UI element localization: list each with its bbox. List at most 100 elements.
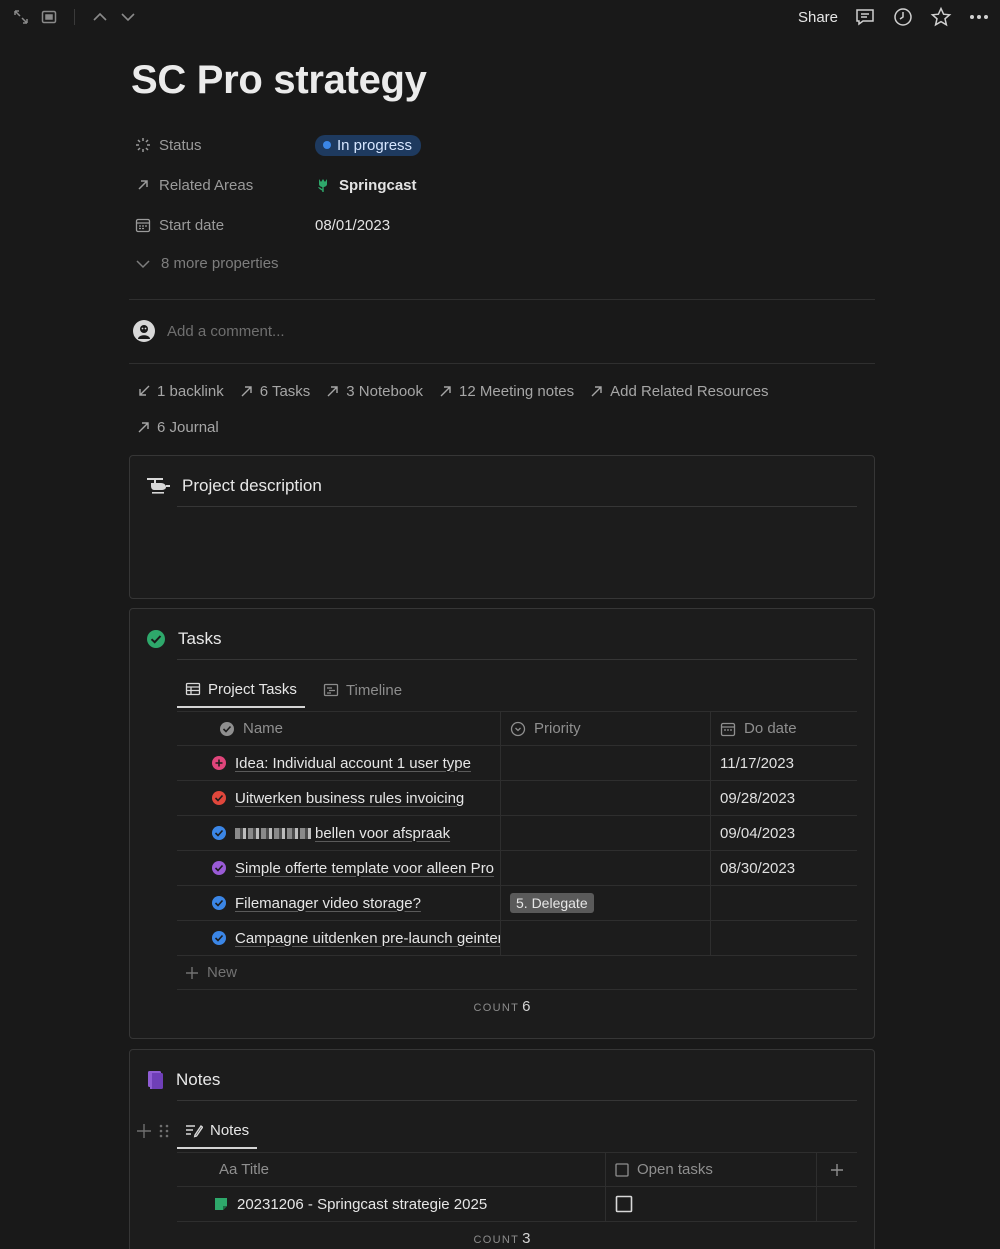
property-label: Start date	[159, 216, 225, 234]
comment-input[interactable]: Add a comment...	[167, 323, 285, 340]
more-properties-toggle[interactable]: 8 more properties	[135, 255, 279, 272]
column-header-do-date[interactable]: Do date	[711, 712, 857, 745]
do-date-cell[interactable]: 11/17/2023	[711, 746, 857, 780]
related-area-link[interactable]: Springcast	[339, 177, 417, 194]
check-circle-icon	[211, 895, 227, 911]
list-edit-icon	[185, 1122, 203, 1138]
do-date-cell[interactable]: 09/28/2023	[711, 781, 857, 815]
tasks-link[interactable]: 6 Tasks	[240, 380, 310, 402]
priority-cell[interactable]	[501, 746, 711, 780]
divider	[177, 1100, 857, 1101]
new-label: New	[207, 964, 238, 981]
add-block-icon[interactable]	[136, 1123, 152, 1139]
check-circle-icon	[146, 629, 166, 649]
comment-box[interactable]: Add a comment...	[133, 320, 285, 342]
more-options-icon[interactable]	[968, 6, 990, 28]
backlinks-bar: 1 backlink 6 Tasks 3 Notebook 12 Meeting…	[137, 380, 837, 438]
tasks-table: Name Priority Do date Idea: Individual a…	[177, 711, 857, 990]
column-header-title[interactable]: Aa Title	[177, 1153, 606, 1186]
status-check-icon	[219, 721, 235, 737]
chevron-down-icon[interactable]	[119, 8, 137, 26]
avatar	[133, 320, 155, 342]
task-name[interactable]: Idea: Individual account 1 user type	[235, 755, 471, 772]
redacted-text	[235, 827, 311, 839]
arrow-up-right-icon	[137, 420, 151, 434]
table-row[interactable]: 20231206 - Springcast strategie 2025	[177, 1187, 857, 1222]
new-row-button[interactable]: New	[177, 956, 857, 990]
do-date-cell[interactable]: 09/04/2023	[711, 816, 857, 850]
open-tasks-checkbox[interactable]	[615, 1195, 633, 1213]
star-icon[interactable]	[930, 6, 952, 28]
tasks-card: Tasks Project Tasks Timeline Name Priori…	[129, 608, 875, 1039]
status-loader-icon	[135, 137, 151, 153]
do-date-cell[interactable]: 08/30/2023	[711, 851, 857, 885]
status-value: In progress	[337, 136, 413, 154]
backlink-link[interactable]: 1 backlink	[137, 380, 224, 402]
table-row[interactable]: Idea: Individual account 1 user type 11/…	[177, 746, 857, 781]
comment-icon[interactable]	[854, 6, 876, 28]
notes-card: Notes Notes Aa Title Open tasks 20231206…	[129, 1049, 875, 1249]
start-date-value[interactable]: 08/01/2023	[315, 217, 390, 234]
chevron-down-icon	[135, 256, 151, 272]
priority-cell[interactable]: 5. Delegate	[501, 886, 711, 920]
priority-cell[interactable]	[501, 851, 711, 885]
card-title: Project description	[182, 476, 322, 495]
property-status[interactable]: Status In progress	[135, 133, 875, 157]
link-label: Add Related Resources	[610, 382, 769, 400]
arrow-up-right-icon	[240, 384, 254, 398]
arrow-up-right-icon	[439, 384, 453, 398]
table-row[interactable]: Simple offerte template voor alleen Pro …	[177, 851, 857, 886]
link-label: 1 backlink	[157, 382, 224, 400]
notes-count: COUNT 3	[473, 1230, 531, 1247]
table-row[interactable]: Filemanager video storage? 5. Delegate	[177, 886, 857, 921]
journal-link[interactable]: 6 Journal	[137, 416, 219, 438]
do-date-cell[interactable]	[711, 921, 857, 955]
priority-cell[interactable]	[501, 816, 711, 850]
share-button[interactable]: Share	[798, 9, 838, 26]
history-clock-icon[interactable]	[892, 6, 914, 28]
chevron-up-icon[interactable]	[91, 8, 109, 26]
task-name[interactable]: bellen voor afspraak	[315, 825, 450, 842]
notes-view-tabs: Notes	[177, 1113, 258, 1149]
table-row[interactable]: Uitwerken business rules invoicing 09/28…	[177, 781, 857, 816]
meeting-notes-link[interactable]: 12 Meeting notes	[439, 380, 574, 402]
notebook-link[interactable]: 3 Notebook	[326, 380, 423, 402]
check-circle-icon	[211, 930, 227, 946]
more-properties-label: 8 more properties	[161, 255, 279, 272]
priority-cell[interactable]	[501, 781, 711, 815]
do-date-cell[interactable]	[711, 886, 857, 920]
column-header-name[interactable]: Name	[177, 712, 501, 745]
column-header-open-tasks[interactable]: Open tasks	[606, 1153, 817, 1186]
drag-handle-icon[interactable]	[158, 1123, 170, 1139]
status-dot	[323, 141, 331, 149]
column-header-priority[interactable]: Priority	[501, 712, 711, 745]
link-label: 3 Notebook	[346, 382, 424, 400]
divider	[129, 299, 875, 300]
tab-timeline[interactable]: Timeline	[315, 672, 410, 708]
tab-project-tasks[interactable]: Project Tasks	[177, 672, 305, 708]
add-column-button[interactable]	[817, 1153, 857, 1186]
table-row[interactable]: Campagne uitdenken pre-launch geinterese…	[177, 921, 857, 956]
divider	[129, 363, 875, 364]
task-name[interactable]: Campagne uitdenken pre-launch geinterese…	[235, 930, 500, 947]
arrow-down-left-icon	[137, 384, 151, 398]
priority-cell[interactable]	[501, 921, 711, 955]
tasks-view-tabs: Project Tasks Timeline	[177, 672, 410, 708]
tab-notes[interactable]: Notes	[177, 1113, 258, 1149]
table-row[interactable]: bellen voor afspraak 09/04/2023	[177, 816, 857, 851]
table-icon	[185, 681, 201, 697]
property-related-areas[interactable]: Related Areas Springcast	[135, 173, 875, 197]
property-start-date[interactable]: Start date 08/01/2023	[135, 213, 875, 237]
task-name[interactable]: Uitwerken business rules invoicing	[235, 790, 464, 807]
notes-table: Aa Title Open tasks 20231206 - Springcas…	[177, 1152, 857, 1222]
side-peek-icon[interactable]	[40, 8, 58, 26]
divider	[177, 659, 857, 660]
page-title[interactable]: SC Pro strategy	[131, 58, 427, 103]
task-name[interactable]: Filemanager video storage?	[235, 895, 421, 912]
related-resources-link[interactable]: Add Related Resources	[590, 380, 769, 402]
task-name[interactable]: Simple offerte template voor alleen Pro	[235, 860, 494, 877]
column-label: Do date	[744, 720, 797, 737]
status-badge[interactable]: In progress	[315, 134, 422, 156]
note-title[interactable]: 20231206 - Springcast strategie 2025	[237, 1196, 487, 1213]
expand-icon[interactable]	[12, 8, 30, 26]
